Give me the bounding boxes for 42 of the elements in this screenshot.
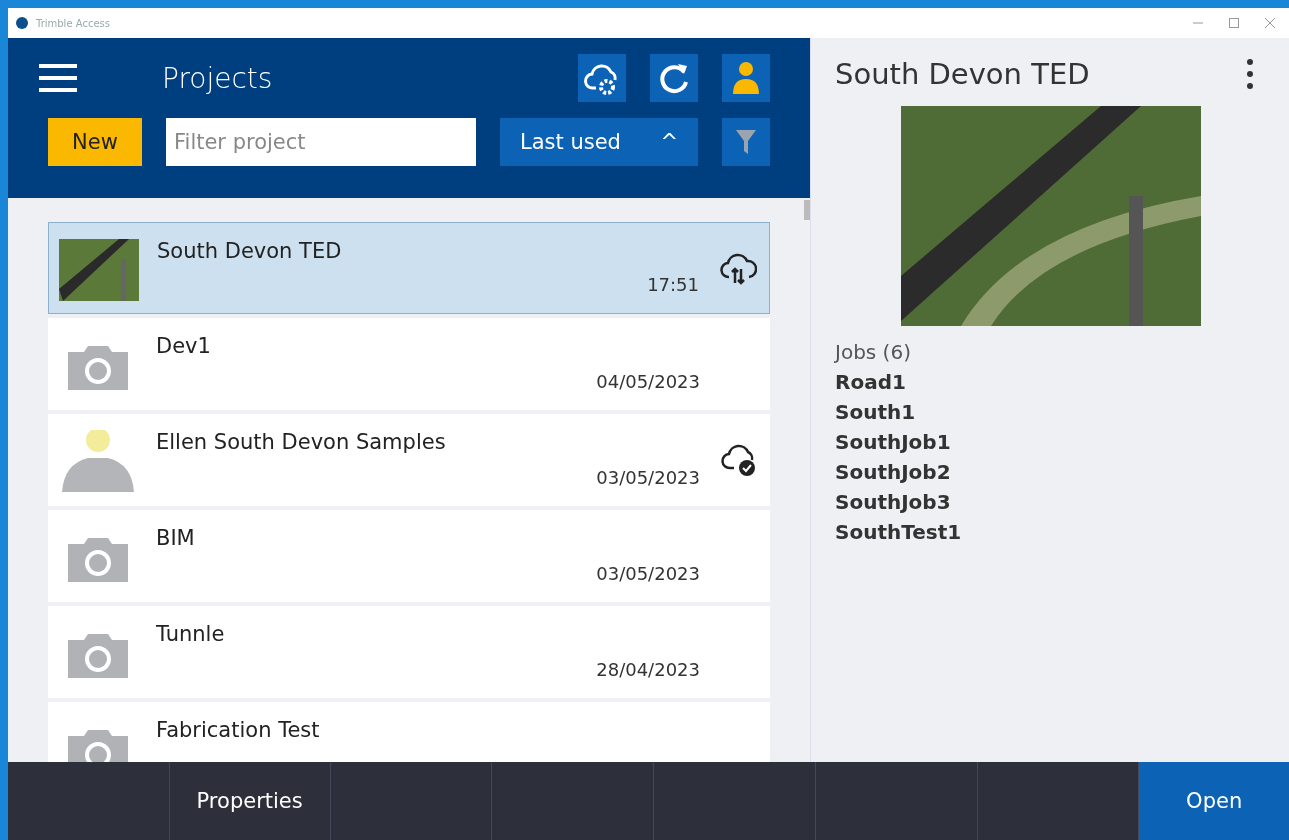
more-options-icon[interactable] <box>1245 56 1255 92</box>
project-name: Ellen South Devon Samples <box>156 430 446 454</box>
job-item[interactable]: SouthTest1 <box>835 520 1289 544</box>
new-button[interactable]: New <box>48 118 142 166</box>
project-name: Tunnle <box>156 622 225 646</box>
job-item[interactable]: SouthJob2 <box>835 460 1289 484</box>
project-item[interactable]: South Devon TED 17:51 <box>48 222 770 314</box>
window-title: Trimble Access <box>36 17 110 29</box>
user-button[interactable] <box>722 54 770 102</box>
project-date: 03/05/2023 <box>596 563 700 584</box>
page-title: Projects <box>162 61 273 95</box>
maximize-icon[interactable] <box>1229 18 1239 28</box>
sort-dropdown[interactable]: Last used ^ <box>500 118 698 166</box>
refresh-button[interactable] <box>650 54 698 102</box>
project-item[interactable]: Dev1 04/05/2023 <box>48 318 770 410</box>
caret-icon: ^ <box>660 130 678 154</box>
job-item[interactable]: SouthJob3 <box>835 490 1289 514</box>
project-name: Dev1 <box>156 334 211 358</box>
app-logo-icon <box>16 17 28 29</box>
job-item[interactable]: South1 <box>835 400 1289 424</box>
project-title: South Devon TED <box>835 57 1090 91</box>
sort-label: Last used <box>520 130 621 154</box>
project-item[interactable]: Tunnle 28/04/2023 <box>48 606 770 698</box>
project-item[interactable]: Ellen South Devon Samples 03/05/2023 <box>48 414 770 506</box>
filter-field[interactable]: Filter project <box>166 118 476 166</box>
project-date: 04/05/2023 <box>596 371 700 392</box>
project-item[interactable]: BIM 03/05/2023 <box>48 510 770 602</box>
properties-button[interactable]: Properties <box>169 762 331 840</box>
close-icon[interactable] <box>1265 18 1275 28</box>
open-button[interactable]: Open <box>1139 762 1289 840</box>
scrollbar-thumb[interactable] <box>804 200 810 220</box>
job-item[interactable]: Road1 <box>835 370 1289 394</box>
project-name: BIM <box>156 526 195 550</box>
project-name: South Devon TED <box>157 239 342 263</box>
person-icon[interactable] <box>731 60 761 96</box>
project-date: 28/04/2023 <box>596 659 700 680</box>
project-date: 17:51 <box>647 274 699 295</box>
jobs-heading: Jobs (6) <box>835 340 912 364</box>
project-name: Fabrication Test <box>156 718 320 742</box>
job-item[interactable]: SouthJob1 <box>835 430 1289 454</box>
project-item[interactable]: Fabrication Test <box>48 702 770 762</box>
project-date: 03/05/2023 <box>596 467 700 488</box>
